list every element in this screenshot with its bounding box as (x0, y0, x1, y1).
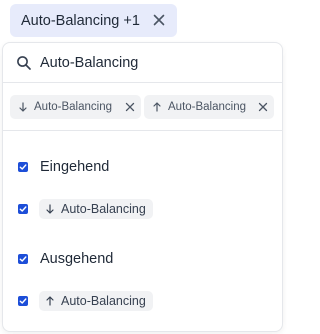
arrow-up-icon (45, 296, 55, 306)
option-group-ausgehend[interactable]: Ausgehend (3, 247, 282, 271)
selected-token: Auto-Balancing (10, 95, 141, 119)
arrow-up-icon (152, 102, 162, 112)
token-label: Auto-Balancing (34, 101, 112, 113)
remove-token-icon[interactable] (258, 102, 268, 112)
arrow-down-icon (18, 102, 28, 112)
search-row (3, 43, 282, 83)
filter-dropdown: Auto-Balancing Auto-Balancing Eingehend (2, 42, 283, 332)
active-filter-chip[interactable]: Auto-Balancing +1 (10, 4, 177, 37)
token-label: Auto-Balancing (168, 101, 246, 113)
close-icon[interactable] (151, 12, 167, 28)
option-pill: Auto-Balancing (39, 291, 153, 311)
option-item-auto-balancing-in[interactable]: Auto-Balancing (3, 197, 282, 221)
checkbox-checked[interactable] (18, 254, 28, 264)
option-label: Auto-Balancing (61, 294, 146, 308)
selected-token: Auto-Balancing (144, 95, 274, 119)
option-pill: Auto-Balancing (39, 199, 153, 219)
checkbox-checked[interactable] (18, 204, 28, 214)
filter-chip-label: Auto-Balancing +1 (21, 12, 140, 29)
checkbox-checked[interactable] (18, 296, 28, 306)
option-item-auto-balancing-out[interactable]: Auto-Balancing (3, 289, 282, 313)
option-group-eingehend[interactable]: Eingehend (3, 155, 282, 179)
option-label: Auto-Balancing (61, 202, 146, 216)
search-input[interactable] (40, 52, 270, 74)
option-label: Eingehend (40, 159, 110, 175)
checkbox-checked[interactable] (18, 162, 28, 172)
remove-token-icon[interactable] (125, 102, 135, 112)
search-icon (16, 55, 32, 71)
selected-tokens: Auto-Balancing Auto-Balancing (3, 83, 282, 131)
option-label: Ausgehend (40, 251, 114, 267)
arrow-down-icon (45, 204, 55, 214)
